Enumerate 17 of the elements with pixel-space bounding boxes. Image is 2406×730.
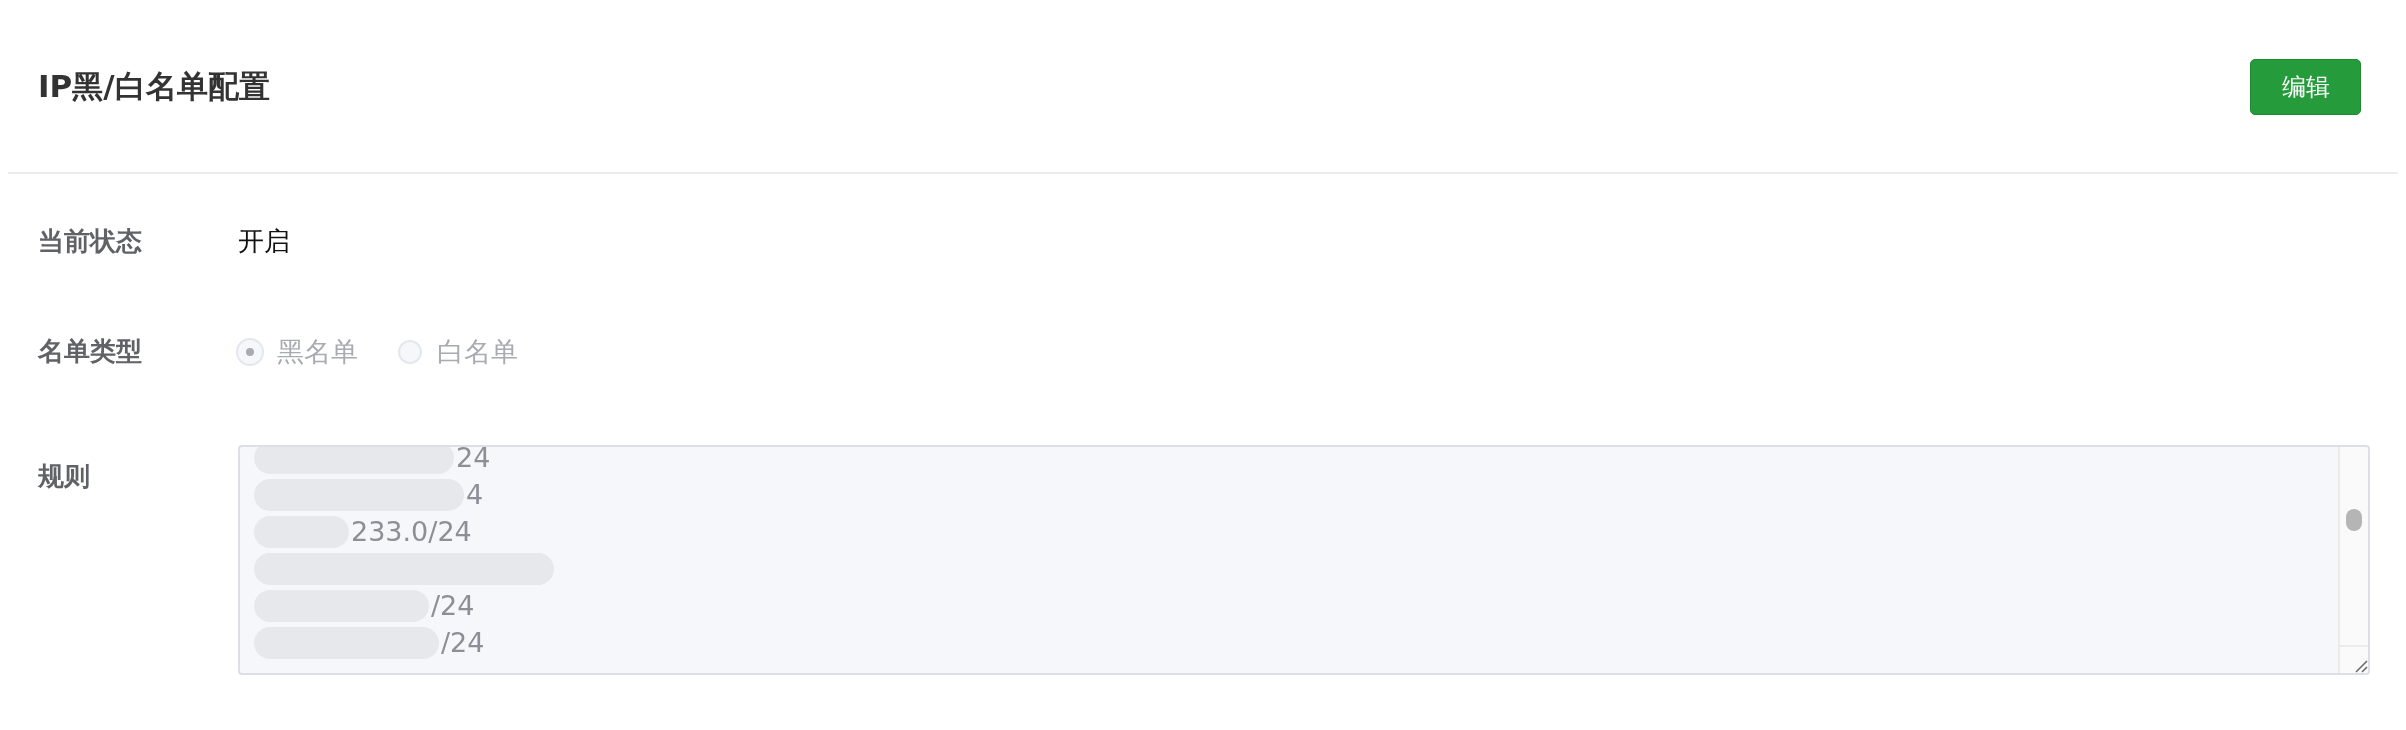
status-value: 开启: [238, 226, 290, 256]
scroll-thumb[interactable]: [2346, 509, 2362, 531]
rule-text: /24: [441, 625, 485, 660]
field-label: 名单类型: [38, 335, 143, 368]
field-label: 规则: [38, 460, 91, 493]
radio-option: 白名单: [398, 334, 518, 370]
radio-option: 黑名单: [238, 334, 358, 370]
rule-text: /24: [431, 588, 475, 623]
edit-button[interactable]: 编辑: [2250, 59, 2361, 115]
resize-handle[interactable]: [2340, 645, 2368, 673]
rules-textarea[interactable]: 24 4 233.0/24 /24 /24: [238, 445, 2370, 675]
field-label: 当前状态: [38, 225, 143, 258]
rule-text: 24: [456, 447, 491, 475]
rule-text: 233.0/24: [351, 514, 472, 549]
rule-text: 4: [466, 477, 484, 512]
page-title: IP黑/白名单配置: [38, 67, 270, 106]
scrollbar[interactable]: [2338, 447, 2368, 673]
